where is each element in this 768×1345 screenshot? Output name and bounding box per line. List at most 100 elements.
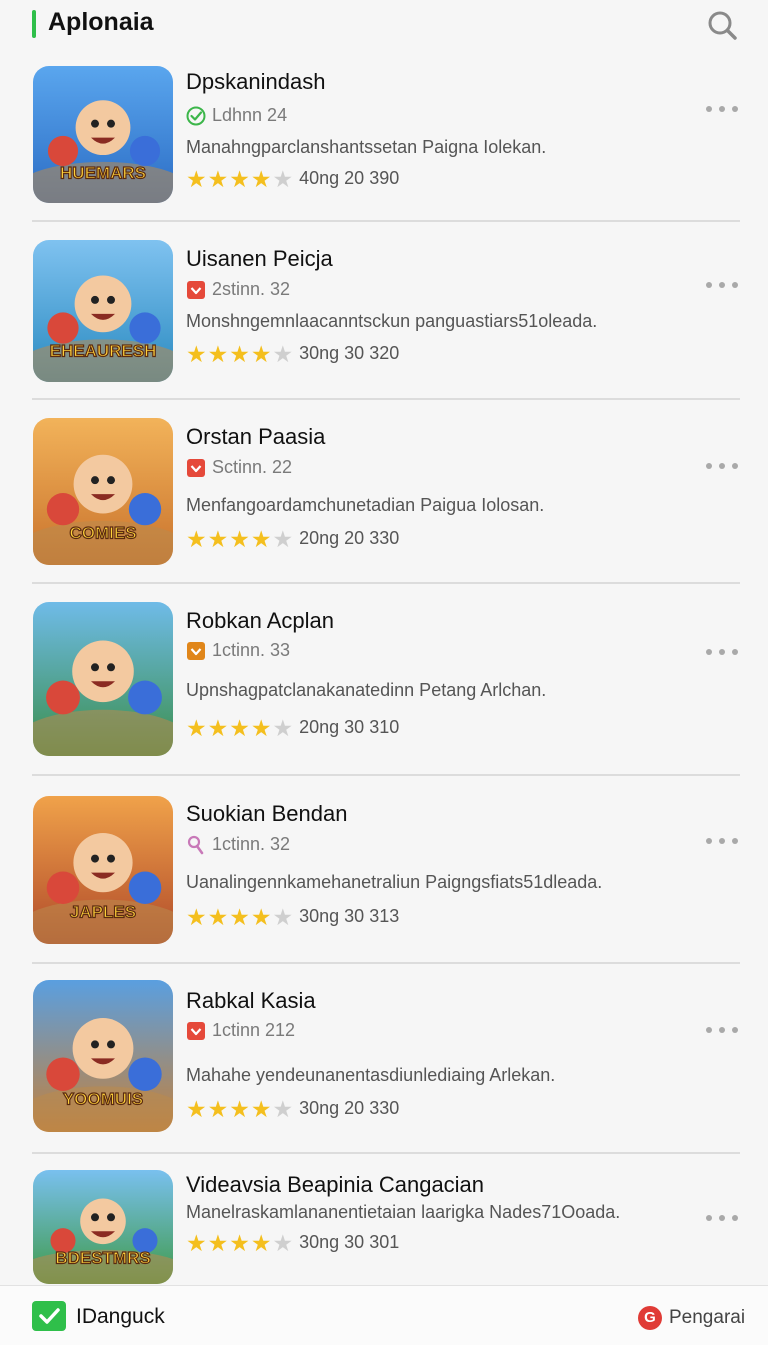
rating-text: 30ng 30 313 [299,906,400,926]
star-filled-icon: ★ [229,525,250,552]
app-list-item[interactable]: COMIES Orstan Paasia Sctinn. 22 Menfangoard… [0,400,768,584]
star-filled-icon: ★ [229,1229,250,1256]
app-thumbnail[interactable]: COMIES [33,418,173,565]
star-empty-icon: ★ [272,165,294,192]
app-list-item[interactable]: YOOMUIS Rabkal Kasia 1ctinn 212 Mahahe yend… [0,964,768,1154]
bottom-right-label[interactable]: Pengarai [669,1307,745,1329]
star-rating: ★ ★ ★ ★ ★ [186,340,294,367]
more-options-icon[interactable] [706,458,738,474]
star-rating: ★ ★ ★ ★ ★ [186,165,294,192]
star-empty-icon: ★ [272,903,294,930]
star-empty-icon: ★ [272,340,294,367]
app-thumbnail[interactable]: YOOMUIS [33,980,173,1132]
app-name[interactable]: Rabkal Kasia [186,988,316,1014]
app-meta: 1ctinn 212 [186,1020,295,1041]
rating-text: 30ng 30 320 [299,343,400,363]
star-filled-icon: ★ [186,525,207,552]
svg-text:BDESTMRS: BDESTMRS [55,1248,150,1267]
app-description: Monshngemnlaacanntsckun panguastiars51ol… [186,311,598,331]
top-bar: Aplonaia [0,0,768,50]
app-meta: 1ctinn. 32 [186,834,290,855]
rating-text: 40ng 20 390 [299,168,400,188]
app-rating: ★ ★ ★ ★ ★ 30ng 30 320 [186,340,400,367]
app-name[interactable]: Orstan Paasia [186,424,325,450]
star-rating: ★ ★ ★ ★ ★ [186,1229,293,1256]
star-filled-icon: ★ [250,1095,272,1122]
app-name[interactable]: Videavsia Beapinia Cangacian [186,1172,484,1198]
app-thumbnail[interactable]: BDESTMRS [33,1170,173,1284]
app-meta: 2stinn. 32 [186,279,290,300]
app-meta-text: 1ctinn 212 [212,1020,296,1040]
svg-text:COMIES: COMIES [69,524,136,543]
star-filled-icon: ★ [250,1229,272,1256]
title-accent-bar [32,10,36,38]
checkbox-icon[interactable] [32,1301,66,1331]
app-name[interactable]: Robkan Acplan [186,608,334,634]
more-options-icon[interactable] [706,101,738,117]
svg-text:JAPLES: JAPLES [70,902,136,921]
flag-icon [186,1021,206,1041]
app-name[interactable]: Suokian Bendan [186,801,347,827]
brand-g-icon[interactable]: G [638,1306,662,1330]
app-thumbnail[interactable]: HUEMARS [33,66,173,203]
app-name[interactable]: Dpskanindash [186,69,325,95]
app-description: Uanalingennkamehanetraliun Paigngsfiats5… [186,872,603,892]
search-icon[interactable] [706,9,738,41]
flag-icon [186,280,206,300]
app-thumbnail[interactable] [33,602,173,756]
app-rating: ★ ★ ★ ★ ★ 30ng 30 301 [186,1229,400,1256]
app-meta-text: 1ctinn. 33 [212,640,291,660]
star-filled-icon: ★ [186,165,207,192]
star-filled-icon: ★ [186,714,207,741]
more-options-icon[interactable] [706,1210,738,1226]
star-filled-icon: ★ [250,340,272,367]
app-list-item[interactable]: HUEMARS Dpskanindash Ldhnn 24 Manahngparcla… [0,50,768,222]
app-description: Manelraskamlananentietaian laarigka Nade… [186,1202,621,1222]
app-rating: ★ ★ ★ ★ ★ 40ng 20 390 [186,165,400,192]
app-name[interactable]: Uisanen Peicja [186,246,333,272]
app-rating: ★ ★ ★ ★ ★ 20ng 20 330 [186,525,400,552]
app-meta: Ldhnn 24 [186,105,287,126]
star-filled-icon: ★ [186,903,207,930]
star-filled-icon: ★ [186,340,207,367]
more-options-icon[interactable] [706,644,738,660]
flag-icon [186,458,206,478]
star-filled-icon: ★ [186,1095,207,1122]
more-options-icon[interactable] [706,833,738,849]
star-filled-icon: ★ [250,903,272,930]
star-filled-icon: ★ [186,1229,207,1256]
app-rating: ★ ★ ★ ★ ★ 30ng 30 313 [186,903,400,930]
app-list-item[interactable]: JAPLES Suokian Bendan 1ctinn. 32 Uanalingen… [0,776,768,964]
more-options-icon[interactable] [706,1022,738,1038]
app-list-item[interactable]: BDESTMRS Videavsia Beapinia Cangacian Mane… [0,1154,768,1284]
star-empty-icon: ★ [272,714,294,741]
star-filled-icon: ★ [207,340,229,367]
rating-text: 20ng 30 310 [299,717,400,737]
star-empty-icon: ★ [272,1095,294,1122]
star-rating: ★ ★ ★ ★ ★ [186,1095,294,1122]
svg-text:YOOMUIS: YOOMUIS [63,1090,143,1109]
flag-icon [186,641,206,661]
star-filled-icon: ★ [250,525,272,552]
more-options-icon[interactable] [706,277,738,293]
app-description: Upnshagpatclanakanatedinn Petang Arlchan… [186,680,547,700]
rating-text: 20ng 20 330 [299,528,400,548]
app-description: Menfangoardamchunetadian Paigua Iolosan. [186,495,545,515]
star-filled-icon: ★ [229,903,250,930]
star-filled-icon: ★ [207,903,229,930]
check-badge-icon [186,106,206,126]
app-thumbnail[interactable]: JAPLES [33,796,173,944]
app-thumbnail[interactable]: EHEAURESH [33,240,173,382]
app-meta: 1ctinn. 33 [186,640,290,661]
bottom-left-label[interactable]: IDanguck [76,1305,165,1329]
star-filled-icon: ★ [229,714,250,741]
app-list-item[interactable]: EHEAURESH Uisanen Peicja 2stinn. 32 Monshng… [0,222,768,400]
app-meta-text: Ldhnn 24 [212,105,288,125]
star-filled-icon: ★ [207,1095,229,1122]
star-filled-icon: ★ [207,1229,229,1256]
rating-text: 30ng 30 301 [299,1232,400,1252]
app-rating: ★ ★ ★ ★ ★ 30ng 20 330 [186,1095,399,1122]
app-list-item[interactable]: Robkan Acplan 1ctinn. 33 Upnshagpatclanaka… [0,584,768,776]
star-rating: ★ ★ ★ ★ ★ [186,525,293,552]
app-meta-text: Sctinn. 22 [212,457,293,477]
